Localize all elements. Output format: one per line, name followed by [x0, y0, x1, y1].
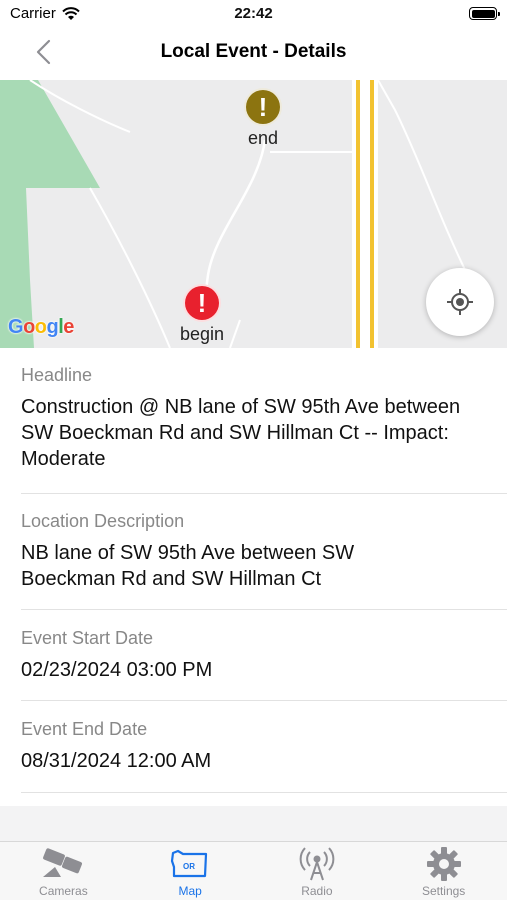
page-title: Local Event - Details [160, 41, 347, 62]
tab-map[interactable]: OR Map [127, 842, 254, 900]
tab-label-cameras: Cameras [39, 884, 88, 898]
marker-label-end: end [247, 128, 279, 148]
divider [21, 792, 507, 793]
divider [21, 700, 507, 701]
event-start-date-label: Event Start Date [21, 628, 154, 648]
battery-icon [469, 7, 500, 20]
tab-label-map: Map [178, 884, 202, 898]
bottom-spacer [0, 806, 507, 841]
event-end-date-label: Event End Date [21, 719, 148, 739]
tab-cameras[interactable]: Cameras [0, 842, 127, 900]
location-crosshair-icon [447, 289, 473, 315]
headline-label: Headline [21, 365, 93, 385]
marker-label-begin: begin [180, 324, 225, 344]
event-end-date-field: Event End Date 08/31/2024 12:00 AM [21, 719, 507, 774]
tab-label-settings: Settings [421, 884, 466, 898]
camera-icon [40, 846, 86, 882]
divider [21, 493, 507, 494]
status-bar: Carrier 22:42 [0, 0, 507, 28]
tab-settings[interactable]: Settings [380, 842, 507, 900]
event-details: Headline Construction @ NB lane of SW 95… [0, 348, 507, 806]
map-marker-end[interactable]: ! end [244, 88, 282, 149]
divider [21, 609, 507, 610]
event-map[interactable]: ! end ! begin Google [0, 80, 507, 348]
tab-radio[interactable]: Radio [254, 842, 381, 900]
svg-text:OR: OR [183, 862, 195, 871]
my-location-button[interactable] [426, 268, 494, 336]
location-description-value: NB lane of SW 95th Ave between SW Boeckm… [21, 542, 355, 590]
location-description-label: Location Description [21, 511, 185, 531]
alert-icon: ! [183, 284, 222, 322]
navigation-bar: Local Event - Details [0, 28, 507, 78]
event-start-date-field: Event Start Date 02/23/2024 03:00 PM [21, 628, 507, 683]
status-time: 22:42 [234, 5, 273, 22]
oregon-map-icon: OR [167, 846, 213, 882]
alert-icon: ! [244, 88, 282, 126]
location-description-field: Location Description NB lane of SW 95th … [21, 511, 507, 592]
radio-tower-icon [294, 846, 340, 882]
map-marker-begin[interactable]: ! begin [180, 284, 224, 345]
event-start-date-value: 02/23/2024 03:00 PM [21, 659, 213, 681]
event-end-date-value: 08/31/2024 12:00 AM [21, 750, 212, 772]
headline-field: Headline Construction @ NB lane of SW 95… [21, 365, 507, 472]
gear-icon [421, 846, 467, 882]
google-logo: Google [8, 316, 74, 338]
tab-label-radio: Radio [301, 884, 333, 898]
headline-value: Construction @ NB lane of SW 95th Ave be… [21, 396, 461, 470]
tab-bar: Cameras OR Map Radio Settings [0, 841, 507, 900]
